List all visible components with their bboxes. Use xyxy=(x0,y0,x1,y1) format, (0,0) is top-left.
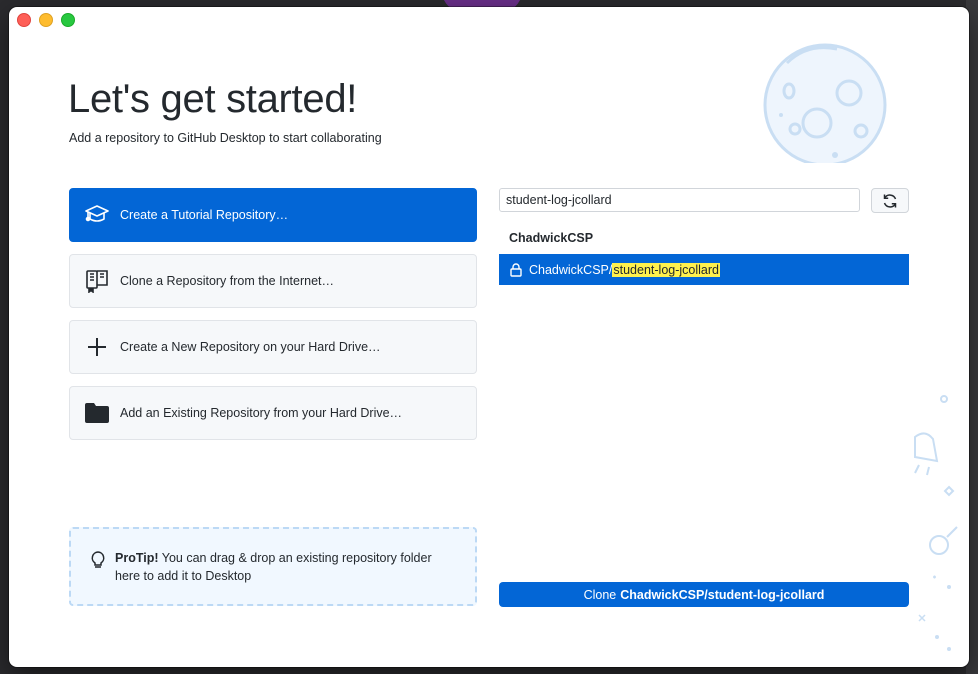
window-controls xyxy=(17,13,75,27)
mortarboard-icon xyxy=(85,203,109,227)
repository-filter-input[interactable] xyxy=(499,188,860,212)
protip-text: ProTip! You can drag & drop an existing … xyxy=(115,549,455,585)
page-title: Let's get started! xyxy=(68,77,358,121)
clone-repository-button[interactable]: Clone a Repository from the Internet… xyxy=(69,254,477,308)
create-new-repository-label: Create a New Repository on your Hard Dri… xyxy=(120,340,381,354)
repository-group-header: ChadwickCSP xyxy=(509,231,594,245)
clone-button[interactable]: Clone ChadwickCSP/student-log-jcollard xyxy=(499,582,909,607)
clone-repository-label: Clone a Repository from the Internet… xyxy=(120,274,334,288)
repository-name-match: student-log-jcollard xyxy=(612,262,720,277)
repository-list-item-selected[interactable]: ChadwickCSP/student-log-jcollard xyxy=(499,254,909,285)
page-subtitle: Add a repository to GitHub Desktop to st… xyxy=(69,131,382,145)
protip-box: ProTip! You can drag & drop an existing … xyxy=(69,527,477,606)
space-decoration xyxy=(914,395,958,651)
refresh-repositories-button[interactable] xyxy=(871,188,909,213)
plus-icon xyxy=(85,335,109,359)
lock-icon xyxy=(510,262,522,277)
repository-owner-prefix: ChadwickCSP/ xyxy=(529,262,613,277)
welcome-window: Let's get started! Add a repository to G… xyxy=(9,7,969,667)
close-window-button[interactable] xyxy=(17,13,31,27)
add-existing-repository-button[interactable]: Add an Existing Repository from your Har… xyxy=(69,386,477,440)
create-new-repository-button[interactable]: Create a New Repository on your Hard Dri… xyxy=(69,320,477,374)
clone-button-prefix: Clone xyxy=(583,587,617,602)
create-tutorial-repository-button[interactable]: Create a Tutorial Repository… xyxy=(69,188,477,242)
lightbulb-icon xyxy=(91,551,105,568)
protip-message: You can drag & drop an existing reposito… xyxy=(115,551,432,583)
folder-icon xyxy=(85,401,109,425)
clone-button-repo: ChadwickCSP/student-log-jcollard xyxy=(620,587,825,602)
repo-clone-icon xyxy=(85,269,109,293)
zoom-window-button[interactable] xyxy=(61,13,75,27)
protip-label: ProTip! xyxy=(115,551,159,565)
minimize-window-button[interactable] xyxy=(39,13,53,27)
create-tutorial-repository-label: Create a Tutorial Repository… xyxy=(120,208,289,222)
add-existing-repository-label: Add an Existing Repository from your Har… xyxy=(120,406,403,420)
sync-icon xyxy=(882,193,898,209)
moon-illustration xyxy=(763,43,887,163)
